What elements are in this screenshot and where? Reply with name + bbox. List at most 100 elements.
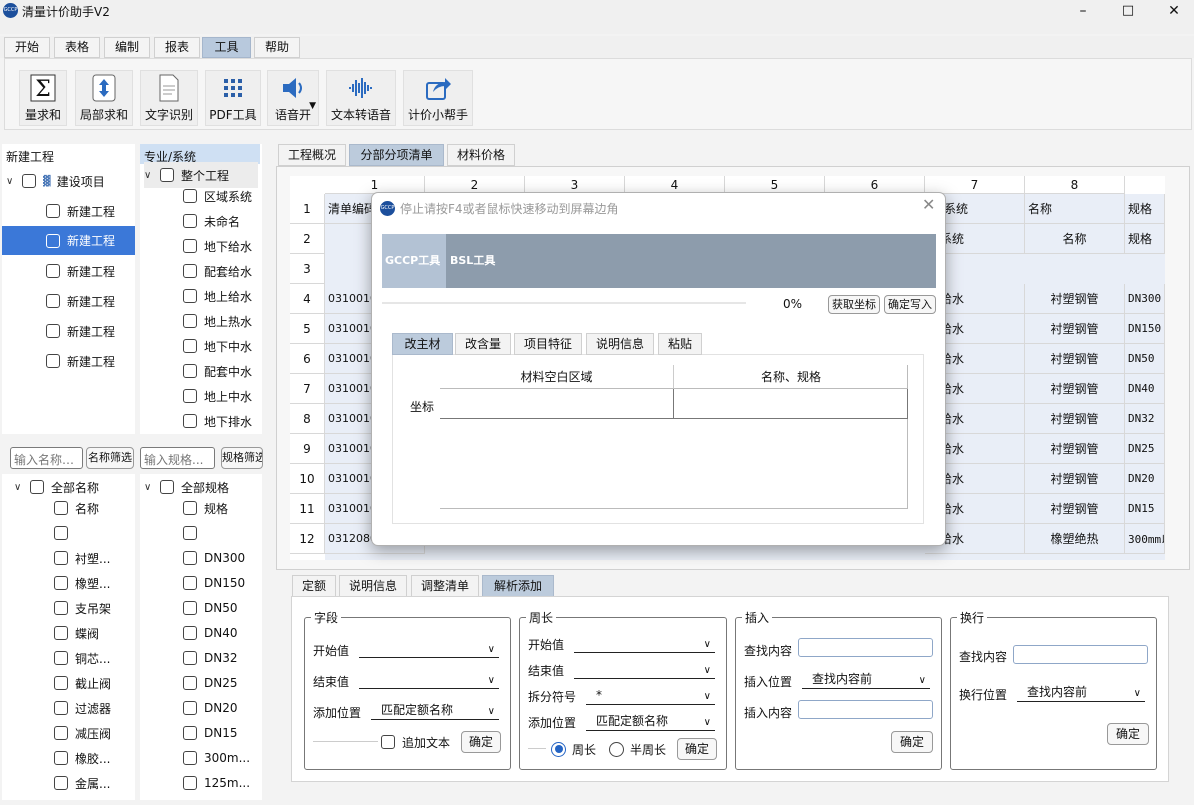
checkbox[interactable] [54, 726, 68, 740]
header-cell[interactable]: 规格 [1125, 194, 1165, 224]
checkbox[interactable] [381, 735, 395, 749]
name-filter-button[interactable]: 名称筛选 [86, 447, 134, 469]
dropdown-arrow-icon[interactable]: ▼ [309, 101, 316, 111]
text-ocr-button[interactable]: 文字识别 [140, 70, 198, 126]
system-item[interactable]: 配套给水 [183, 258, 252, 284]
chevron-down-icon[interactable]: ∨ [144, 170, 156, 181]
menu-tab-tools[interactable]: 工具 [202, 37, 251, 58]
tab-adjust-list[interactable]: 调整清单 [411, 575, 479, 597]
tree-root-construction-project[interactable]: ∨ ▓ 建设项目 [6, 168, 105, 194]
system-item[interactable]: 地上热水 [183, 308, 252, 334]
start-value-dropdown[interactable]: ∨ [359, 640, 499, 658]
row-number[interactable]: 3 [290, 254, 325, 284]
tab-material-price[interactable]: 材料价格 [447, 144, 515, 166]
checkbox[interactable] [183, 576, 197, 590]
checkbox[interactable] [183, 289, 197, 303]
sum-quantity-button[interactable]: Σ 量求和 [19, 70, 67, 126]
checkbox[interactable] [160, 168, 174, 182]
tab-change-main-material[interactable]: 改主材 [392, 333, 453, 355]
spec-filter-button[interactable]: 规格筛选 [221, 447, 263, 469]
tree-item-project[interactable]: 新建工程 [46, 198, 115, 224]
spec-item[interactable]: DN40 [183, 620, 238, 646]
material-coordinate-cell[interactable] [440, 389, 674, 419]
tab-paste[interactable]: 粘贴 [658, 333, 702, 355]
maximize-icon[interactable]: □ [1113, 2, 1143, 20]
checkbox[interactable] [46, 233, 60, 248]
row-number[interactable]: 5 [290, 314, 325, 344]
system-item[interactable]: 配套中水 [183, 358, 252, 384]
checkbox[interactable] [183, 701, 197, 715]
name-item[interactable] [54, 520, 75, 546]
checkbox[interactable] [183, 676, 197, 690]
name-item[interactable]: 蝶阀 [54, 620, 99, 646]
spec-item[interactable] [183, 520, 204, 546]
tab-bill-of-quantities[interactable]: 分部分项清单 [349, 144, 444, 166]
checkbox[interactable] [183, 651, 197, 665]
header-cell[interactable]: 名称 [1025, 194, 1125, 224]
add-position-dropdown[interactable]: 匹配定额名称 ∨ [371, 702, 499, 720]
chevron-down-icon[interactable]: ∨ [144, 482, 156, 493]
checkbox[interactable] [183, 726, 197, 740]
name-filter-input[interactable]: 输入名称… [10, 447, 83, 469]
checkbox[interactable] [54, 501, 68, 515]
checkbox[interactable] [54, 751, 68, 765]
row-number[interactable]: 2 [290, 224, 325, 254]
split-symbol-dropdown[interactable]: * ∨ [586, 687, 715, 705]
checkbox[interactable] [183, 189, 197, 203]
tab-description[interactable]: 说明信息 [339, 575, 407, 597]
tab-change-content[interactable]: 改含量 [455, 333, 511, 355]
spec-cell[interactable]: DN50 [1125, 344, 1165, 374]
checkbox[interactable] [54, 651, 68, 665]
checkbox[interactable] [183, 239, 197, 253]
tab-item-features[interactable]: 项目特征 [514, 333, 582, 355]
tree-item-project[interactable]: 新建工程 [46, 348, 115, 374]
row-number[interactable]: 10 [290, 464, 325, 494]
wrap-find-input[interactable] [1013, 645, 1148, 664]
insert-confirm-button[interactable]: 确定 [891, 731, 933, 753]
checkbox[interactable] [54, 601, 68, 615]
tab-project-overview[interactable]: 工程概况 [278, 144, 346, 166]
spec-item[interactable]: DN20 [183, 695, 238, 721]
spec-item[interactable]: DN300 [183, 545, 245, 571]
name-item[interactable]: 金属... [54, 770, 110, 796]
checkbox[interactable] [183, 526, 197, 540]
checkbox[interactable] [54, 526, 68, 540]
system-item[interactable]: 地下排水 [183, 408, 252, 434]
spec-item[interactable]: 125m... [183, 770, 250, 796]
system-item[interactable]: 地上中水 [183, 383, 252, 409]
name-cell[interactable]: 衬塑钢管 [1025, 344, 1125, 374]
checkbox[interactable] [183, 501, 197, 515]
field-confirm-button[interactable]: 确定 [461, 731, 501, 753]
spec-item[interactable]: DN15 [183, 720, 238, 746]
minimize-icon[interactable]: – [1068, 2, 1098, 20]
checkbox[interactable] [54, 626, 68, 640]
name-cell[interactable]: 衬塑钢管 [1025, 434, 1125, 464]
spec-item[interactable]: DN25 [183, 670, 238, 696]
confirm-write-button[interactable]: 确定写入 [884, 295, 936, 314]
spec-filter-input[interactable]: 输入规格... [140, 447, 215, 469]
checkbox[interactable] [183, 364, 197, 378]
tool-tab-bsl[interactable]: BSL工具 [448, 234, 508, 288]
name-item[interactable]: 橡塑... [54, 570, 110, 596]
row-number[interactable]: 12 [290, 524, 325, 554]
checkbox[interactable] [183, 314, 197, 328]
row-number[interactable]: 8 [290, 404, 325, 434]
system-item[interactable]: 未命名 [183, 208, 240, 234]
dialog-close-icon[interactable]: ✕ [922, 195, 935, 214]
spec-cell[interactable]: DN40 [1125, 374, 1165, 404]
name-cell[interactable]: 衬塑钢管 [1025, 374, 1125, 404]
name-item[interactable]: 截止阀 [54, 670, 111, 696]
append-text-checkbox[interactable]: 追加文本 [381, 729, 450, 755]
checkbox[interactable] [46, 354, 60, 368]
spec-item[interactable]: 300m... [183, 745, 250, 771]
voice-toggle-button[interactable]: 语音开 ▼ [267, 70, 319, 126]
wrap-position-dropdown[interactable]: 查找内容前 ∨ [1017, 684, 1145, 702]
checkbox[interactable] [22, 174, 36, 188]
pdf-tool-button[interactable]: PDF工具 [205, 70, 261, 126]
tab-parse-add[interactable]: 解析添加 [482, 575, 554, 597]
radio-selected-icon[interactable] [551, 741, 566, 757]
name-cell[interactable]: 衬塑钢管 [1025, 494, 1125, 524]
get-coordinate-button[interactable]: 获取坐标 [828, 295, 880, 314]
row-number[interactable]: 9 [290, 434, 325, 464]
header-cell[interactable]: 规格 [1125, 224, 1165, 254]
